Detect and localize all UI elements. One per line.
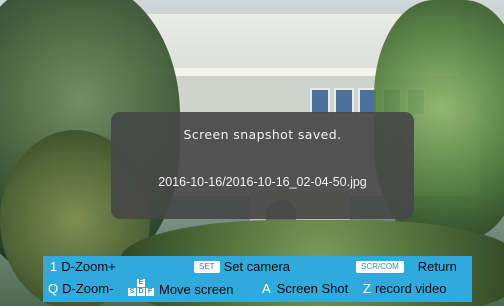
help-bar: 1 D-Zoom+ SET Set camera SCR/COM Return … — [43, 256, 472, 302]
screen-shot-hint[interactable]: A Screen Shot — [262, 281, 348, 296]
zoom-out-label: D-Zoom- — [62, 281, 114, 296]
record-video-hint[interactable]: Z record video — [363, 281, 447, 296]
move-key-e: E — [137, 279, 145, 287]
help-row-2: Q D-Zoom- E S D F Move screen A Screen S… — [43, 279, 472, 301]
record-video-key: Z — [363, 281, 371, 296]
return-label: Return — [417, 259, 457, 274]
screen-shot-key: A — [262, 281, 271, 296]
return-hint[interactable]: SCR/COM Return — [356, 259, 457, 274]
snapshot-file-path: 2016-10-16/2016-10-16_02-04-50.jpg — [158, 175, 367, 189]
set-key-badge: SET — [194, 260, 220, 273]
help-row-1: 1 D-Zoom+ SET Set camera SCR/COM Return — [43, 257, 472, 279]
camera-view: Screen snapshot saved. 2016-10-16/2016-1… — [0, 0, 504, 306]
zoom-in-hint[interactable]: 1 D-Zoom+ — [50, 259, 116, 274]
snapshot-saved-dialog: Screen snapshot saved. 2016-10-16/2016-1… — [111, 112, 414, 219]
record-video-label: record video — [374, 281, 447, 296]
set-camera-hint[interactable]: SET Set camera — [194, 259, 290, 274]
dialog-title: Screen snapshot saved. — [183, 127, 342, 142]
move-keys-icon: E S D F — [128, 279, 155, 297]
zoom-out-key: Q — [48, 281, 59, 296]
zoom-in-label: D-Zoom+ — [61, 259, 116, 274]
screen-shot-label: Screen Shot — [276, 281, 349, 296]
zoom-out-hint[interactable]: Q D-Zoom- — [48, 281, 113, 296]
set-camera-label: Set camera — [223, 259, 291, 274]
zoom-in-key: 1 — [50, 259, 58, 274]
move-key-f: F — [146, 288, 154, 296]
move-key-d: D — [137, 288, 145, 296]
move-screen-hint[interactable]: E S D F Move screen — [128, 279, 234, 297]
move-key-s: S — [128, 288, 136, 296]
return-key-badge: SCR/COM — [356, 260, 404, 273]
move-screen-label: Move screen — [159, 281, 234, 297]
